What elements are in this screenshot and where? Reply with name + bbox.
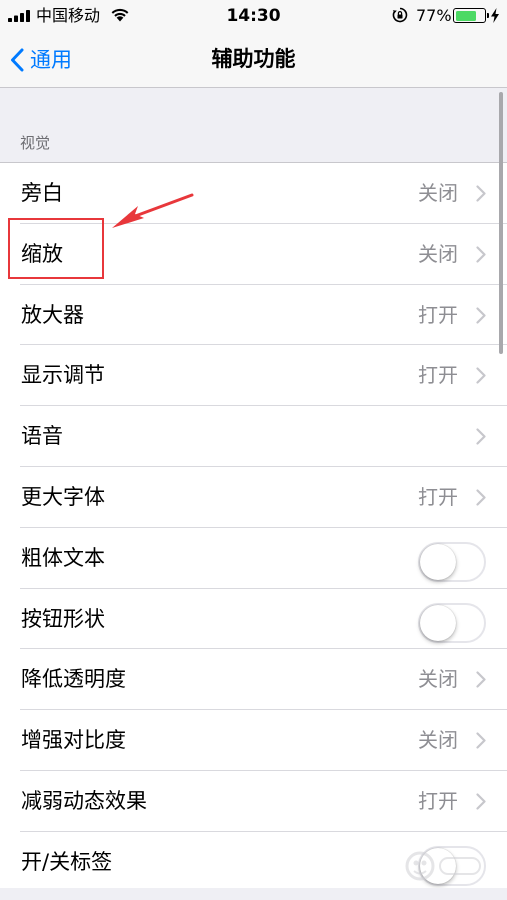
row-label: 语音: [21, 424, 63, 449]
chevron-right-icon: [476, 489, 486, 506]
chevron-right-icon: [476, 306, 486, 324]
row-label: 显示调节: [21, 363, 105, 388]
row-increase-contrast[interactable]: 增强对比度 关闭: [0, 710, 507, 771]
orientation-lock-icon: [392, 7, 408, 23]
row-value: 打开: [418, 484, 458, 509]
bold-text-toggle[interactable]: [418, 541, 486, 582]
row-label: 降低透明度: [21, 667, 126, 692]
row-label: 旁白: [21, 181, 63, 205]
row-value: 打开: [418, 363, 458, 388]
row-label: 粗体文本: [21, 545, 105, 570]
button-shapes-toggle[interactable]: [418, 602, 486, 643]
page-title: 辅助功能: [211, 47, 296, 71]
row-voiceover[interactable]: 旁白 关闭: [0, 163, 507, 224]
battery-percentage: 77%: [416, 6, 452, 25]
row-reduce-transparency[interactable]: 降低透明度 关闭: [0, 649, 507, 711]
chevron-right-icon: [476, 732, 486, 749]
bottom-strip: [0, 888, 507, 900]
row-value: 关闭: [418, 181, 458, 205]
row-value: 关闭: [418, 728, 458, 753]
row-label: 放大器: [21, 302, 84, 327]
row-larger-text[interactable]: 更大字体 打开: [0, 466, 507, 528]
row-label: 增强对比度: [21, 728, 126, 753]
navigation-bar: 通用 辅助功能: [0, 32, 507, 88]
row-label: 更大字体: [21, 484, 105, 509]
row-value: 关闭: [418, 667, 458, 692]
battery-fill: [455, 10, 477, 21]
row-label: 开/关标签: [21, 849, 113, 874]
row-value: 打开: [418, 302, 458, 327]
row-label: 减弱动态效果: [21, 788, 147, 813]
row-magnifier[interactable]: 放大器 打开: [0, 284, 507, 346]
row-speech[interactable]: 语音: [0, 406, 507, 467]
row-reduce-motion[interactable]: 减弱动态效果 打开: [0, 770, 507, 832]
toggle-knob: [420, 604, 456, 641]
battery-nub: [486, 13, 489, 18]
chevron-right-icon: [476, 367, 486, 384]
toggle-knob: [420, 543, 456, 580]
status-bar: 中国移动 14:30 77%: [0, 0, 507, 32]
row-bold-text: 粗体文本: [0, 527, 507, 589]
chevron-right-icon: [476, 793, 486, 810]
charging-bolt-icon: [491, 8, 499, 23]
arrow-icon: [112, 193, 194, 228]
row-display-accommodations[interactable]: 显示调节 打开: [0, 345, 507, 407]
row-label: 按钮形状: [21, 606, 105, 631]
row-value: 关闭: [418, 241, 458, 266]
watermark-logo-icon: [405, 851, 481, 881]
highlight-box: [8, 218, 104, 279]
row-value: 打开: [418, 788, 458, 813]
section-header-vision: 视觉: [20, 134, 51, 152]
chevron-right-icon: [476, 428, 486, 445]
chevron-right-icon: [476, 185, 486, 202]
battery-icon: [453, 8, 489, 23]
scrollbar[interactable]: [499, 92, 503, 354]
row-button-shapes: 按钮形状: [0, 588, 507, 650]
chevron-right-icon: [476, 671, 486, 688]
chevron-right-icon: [476, 246, 486, 263]
